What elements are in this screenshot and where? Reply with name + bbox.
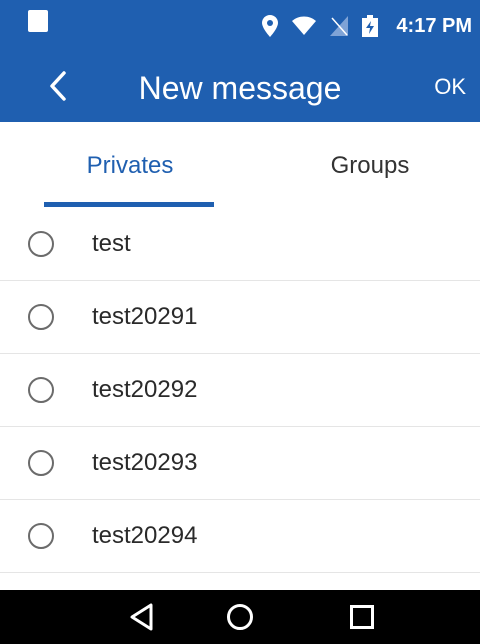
recents-square-icon [350,605,374,629]
ok-button[interactable]: OK [434,68,466,106]
nav-recents-button[interactable] [332,590,392,644]
tab-groups[interactable]: Groups [250,122,480,210]
list-item[interactable]: test20293 [0,427,480,500]
status-icons: 4:17 PM [262,0,472,52]
tab-bar: Privates Groups [0,122,480,210]
tab-indicator [44,202,214,207]
home-circle-icon [227,604,253,630]
radio-button[interactable] [28,523,54,549]
status-time: 4:17 PM [396,14,472,37]
page-title: New message [138,70,342,106]
wifi-icon [292,16,317,35]
list-item[interactable]: test20291 [0,281,480,354]
list-item[interactable] [0,573,480,590]
list-item[interactable]: test20292 [0,354,480,427]
notification-square-icon [28,10,48,32]
contact-name: test20291 [92,303,198,330]
back-triangle-icon [130,603,153,631]
radio-button[interactable] [28,304,54,330]
contact-name: test20293 [92,449,198,476]
tab-privates[interactable]: Privates [10,122,250,210]
list-item[interactable]: test [0,208,480,281]
battery-charging-icon [362,15,379,37]
no-sim-icon [330,16,349,36]
list-item[interactable]: test20294 [0,500,480,573]
location-pin-icon [262,15,279,37]
nav-home-button[interactable] [210,590,270,644]
status-bar: 4:17 PM [0,0,480,52]
contact-name: test20292 [92,376,198,403]
system-nav-bar [0,590,480,644]
contact-list: test test20291 test20292 test20293 test2… [0,208,480,590]
app-bar: New message OK [0,52,480,122]
radio-button[interactable] [28,450,54,476]
nav-back-button[interactable] [112,590,172,644]
radio-button[interactable] [28,377,54,403]
contact-name: test20294 [92,522,198,549]
contact-name: test [92,230,131,257]
radio-button[interactable] [28,231,54,257]
